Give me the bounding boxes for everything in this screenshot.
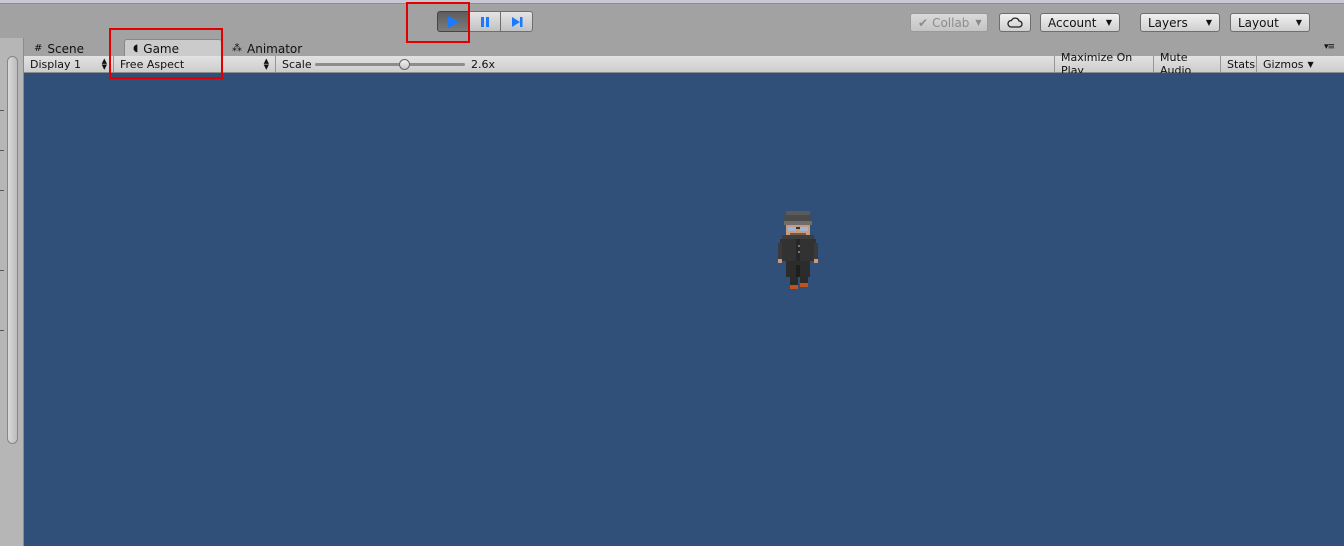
tick-mark xyxy=(0,190,4,191)
tab-scene-label: Scene xyxy=(47,41,84,56)
gizmos-dropdown[interactable]: Gizmos ▼ xyxy=(1257,56,1344,72)
scale-slider-track[interactable] xyxy=(315,63,465,66)
mute-audio-toggle[interactable]: Mute Audio xyxy=(1154,51,1221,77)
game-pacman-icon: ◖ xyxy=(133,43,139,54)
account-dropdown[interactable]: Account ▼ xyxy=(1040,13,1120,32)
layers-label: Layers xyxy=(1148,15,1188,30)
play-button[interactable] xyxy=(437,11,469,32)
layout-label: Layout xyxy=(1238,15,1279,30)
layers-dropdown[interactable]: Layers ▼ xyxy=(1140,13,1220,32)
step-button[interactable] xyxy=(501,11,533,32)
stats-toggle[interactable]: Stats xyxy=(1221,56,1257,72)
layout-dropdown[interactable]: Layout ▼ xyxy=(1230,13,1310,32)
scale-label: Scale xyxy=(282,57,312,71)
collab-button[interactable]: ✔ Collab ▼ xyxy=(910,13,988,32)
character-sprite xyxy=(778,211,818,289)
aspect-label: Free Aspect xyxy=(120,57,185,71)
play-controls xyxy=(437,11,533,32)
stats-label: Stats xyxy=(1227,57,1256,71)
tab-game[interactable]: ◖ Game xyxy=(124,39,222,57)
play-icon xyxy=(448,15,459,28)
collab-label: Collab xyxy=(932,15,970,30)
tick-mark xyxy=(0,330,4,331)
tab-game-label: Game xyxy=(143,41,180,56)
step-icon xyxy=(511,16,522,27)
unity-editor: ✔ Collab ▼ Account ▼ Layers ▼ Layout ▼ # xyxy=(0,0,1344,546)
dropdown-arrow-icon: ▼ xyxy=(1105,18,1112,27)
scale-value: 2.6x xyxy=(471,58,496,71)
display-dropdown[interactable]: Display 1 ▲ ▼ xyxy=(24,56,114,72)
display-label: Display 1 xyxy=(30,57,82,71)
animator-icon: ⁂ xyxy=(232,43,242,54)
vertical-scrollbar[interactable] xyxy=(7,56,18,444)
dropdown-arrow-icon: ▼ xyxy=(1295,18,1302,27)
aspect-dropdown[interactable]: Free Aspect ▲ ▼ xyxy=(114,56,276,72)
left-panel-edge xyxy=(0,38,24,546)
account-label: Account xyxy=(1048,15,1097,30)
tick-mark xyxy=(0,110,4,111)
grid-icon: # xyxy=(34,43,43,54)
tab-scene[interactable]: # Scene xyxy=(26,40,92,57)
maximize-on-play-toggle[interactable]: Maximize On Play xyxy=(1054,51,1154,77)
tab-animator[interactable]: ⁂ Animator xyxy=(224,40,310,57)
gizmos-label: Gizmos xyxy=(1263,57,1304,71)
cloud-icon xyxy=(1007,17,1023,28)
dropdown-arrow-icon: ▼ xyxy=(975,18,982,27)
cloud-button[interactable] xyxy=(999,13,1031,32)
game-view-toolbar: Display 1 ▲ ▼ Free Aspect ▲ ▼ Scale 2.6x M… xyxy=(24,51,1344,77)
game-viewport[interactable] xyxy=(24,73,1344,546)
tab-animator-label: Animator xyxy=(247,41,303,56)
scale-slider-knob[interactable] xyxy=(398,59,410,70)
panel-menu-icon[interactable]: ▾≡ xyxy=(1324,42,1335,52)
checkmark-icon: ✔ xyxy=(918,15,929,30)
tick-mark xyxy=(0,150,4,151)
tick-mark xyxy=(0,270,4,271)
main-toolbar: ✔ Collab ▼ Account ▼ Layers ▼ Layout ▼ xyxy=(0,4,1344,38)
pause-icon xyxy=(480,16,489,27)
dropdown-arrow-icon: ▼ xyxy=(1307,59,1314,69)
updown-arrow-icon: ▲ ▼ xyxy=(101,57,107,71)
pause-button[interactable] xyxy=(469,11,501,32)
updown-arrow-icon: ▲ ▼ xyxy=(263,57,269,71)
dropdown-arrow-icon: ▼ xyxy=(1205,18,1212,27)
